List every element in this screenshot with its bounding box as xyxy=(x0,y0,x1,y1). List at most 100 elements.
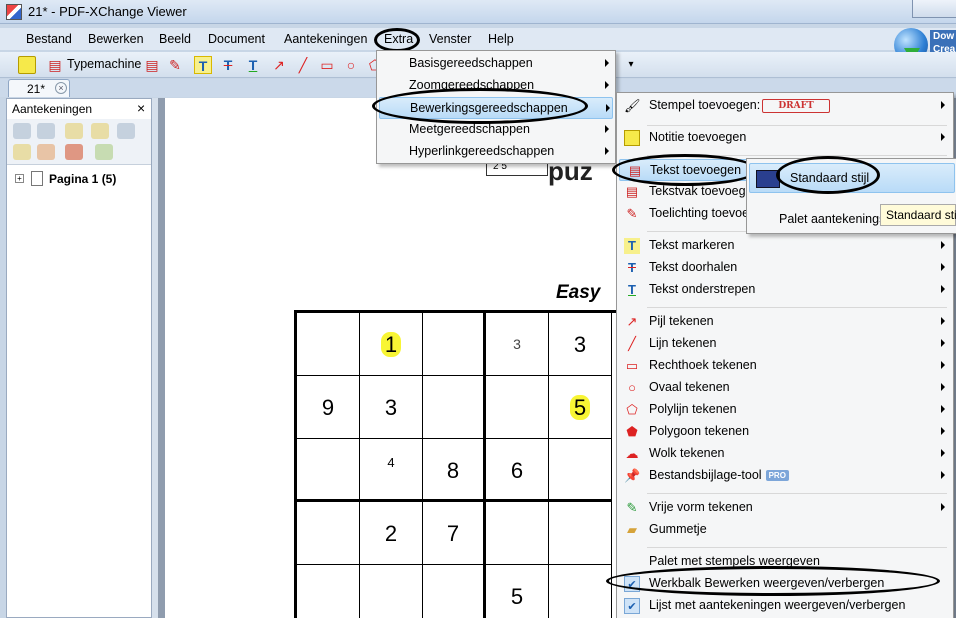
menu-item-eraser[interactable]: ▰ Gummetje xyxy=(617,519,953,541)
menu-beeld[interactable]: Beeld xyxy=(159,32,191,46)
menu-extra[interactable]: Extra xyxy=(384,32,413,46)
menu-item-strike[interactable]: T Tekst doorhalen xyxy=(617,257,953,279)
strikeout-text-icon[interactable]: T xyxy=(219,56,237,74)
textbox-tool-icon[interactable]: ▤ xyxy=(143,56,161,74)
sudoku-cell: 1 xyxy=(360,313,423,376)
oval-tool-icon[interactable]: ○ xyxy=(342,56,360,74)
menu-venster[interactable]: Venster xyxy=(429,32,471,46)
window-close-button[interactable] xyxy=(912,0,956,18)
draft-stamp-preview: DRAFT xyxy=(762,99,830,113)
callout-tool-icon[interactable]: ✎ xyxy=(166,56,184,74)
extra-menu: Basisgereedschappen Zoomgereedschappen B… xyxy=(376,50,616,164)
note-tool-icon[interactable] xyxy=(18,56,36,74)
annotations-panel: Aantekeningen × + Pagina 1 (5) xyxy=(6,98,152,618)
sudoku-cell xyxy=(549,565,612,618)
line-icon: ╱ xyxy=(628,336,636,351)
menu-item-arrow[interactable]: ↗ Pijl tekenen xyxy=(617,311,953,333)
tab-label: 21* xyxy=(27,82,46,96)
sudoku-cell: 3 xyxy=(549,313,612,376)
menu-item-polyline[interactable]: ⬠ Polylijn tekenen xyxy=(617,399,953,421)
sudoku-cell xyxy=(549,502,612,565)
menu-item-cloud[interactable]: ☁ Wolk tekenen xyxy=(617,443,953,465)
menu-item-freehand[interactable]: ✎ Vrije vorm tekenen xyxy=(617,497,953,519)
tree-item-page1[interactable]: Pagina 1 (5) xyxy=(49,172,116,186)
menu-item-stamp-palette[interactable]: Palet met stempels weergeven xyxy=(617,551,953,573)
menu-item-standard-style[interactable]: Standaard stijl xyxy=(749,163,955,193)
toolbar-overflow-icon[interactable]: ▾ xyxy=(622,56,640,74)
text-tool-icon: ▤ xyxy=(628,163,642,178)
checkmark-icon: ✔ xyxy=(624,598,640,614)
menu-help[interactable]: Help xyxy=(488,32,514,46)
pencil-icon: ✎ xyxy=(626,500,638,515)
page-icon xyxy=(31,171,43,186)
menu-item-basisgereedschappen[interactable]: Basisgereedschappen xyxy=(377,53,615,75)
sudoku-cell xyxy=(423,565,486,618)
summary-icon[interactable] xyxy=(65,144,83,160)
typewriter-label[interactable]: Typemachine xyxy=(67,57,141,77)
tab-close-icon[interactable]: × xyxy=(55,82,67,94)
menu-item-note[interactable]: Notitie toevoegen xyxy=(617,127,953,149)
arrow-tool-icon[interactable]: ↗ xyxy=(270,56,288,74)
oval-icon: ○ xyxy=(628,380,636,395)
filter-icon[interactable] xyxy=(95,144,113,160)
menu-item-hyperlinkgereedschappen[interactable]: Hyperlinkgereedschappen xyxy=(377,141,615,163)
rectangle-tool-icon[interactable]: ▭ xyxy=(318,56,336,74)
menu-aantekeningen[interactable]: Aantekeningen xyxy=(284,32,367,46)
menu-item-rect[interactable]: ▭ Rechthoek tekenen xyxy=(617,355,953,377)
menu-item-attach[interactable]: 📌 Bestandsbijlage-tool PRO xyxy=(617,465,953,487)
app-icon xyxy=(6,4,22,20)
menu-item-highlight[interactable]: T Tekst markeren xyxy=(617,235,953,257)
import-icon[interactable] xyxy=(65,123,83,139)
panel-header: Aantekeningen × xyxy=(7,99,151,119)
strikeout-icon: T xyxy=(628,260,636,275)
menu-item-toggle-list[interactable]: ✔ Lijst met aantekeningen weergeven/verb… xyxy=(617,595,953,617)
menu-document[interactable]: Document xyxy=(208,32,265,46)
menu-item-bewerkingsgereedschappen[interactable]: Bewerkingsgereedschappen xyxy=(379,97,613,119)
expand-toggle-icon[interactable]: + xyxy=(15,174,24,183)
menu-bewerken[interactable]: Bewerken xyxy=(88,32,144,46)
sudoku-cell: 5 xyxy=(486,565,549,618)
menu-item-toggle-toolbar[interactable]: ✔ Werkbalk Bewerken weergeven/verbergen xyxy=(617,573,953,595)
sudoku-cell: 3 xyxy=(486,313,549,376)
tab-document-21[interactable]: 21* × xyxy=(8,79,70,97)
sudoku-cell: 9 xyxy=(297,376,360,439)
export-icon[interactable] xyxy=(91,123,109,139)
checkmark-icon: ✔ xyxy=(624,576,640,592)
highlight-icon: T xyxy=(624,238,640,254)
collapse-all-icon[interactable] xyxy=(37,123,55,139)
sudoku-cell: 7 xyxy=(423,502,486,565)
sudoku-cell xyxy=(486,502,549,565)
sudoku-cell xyxy=(549,439,612,502)
underline-text-icon[interactable]: T xyxy=(244,56,262,74)
sudoku-cell: 6 xyxy=(486,439,549,502)
panel-close-icon[interactable]: × xyxy=(137,100,145,116)
refresh-icon[interactable] xyxy=(117,123,135,139)
line-tool-icon[interactable]: ╱ xyxy=(294,56,312,74)
sudoku-cell xyxy=(423,313,486,376)
title-bar: 21* - PDF-XChange Viewer xyxy=(0,0,956,24)
menu-item-stamp[interactable]: 🖌 Stempel toevoegen: DRAFT xyxy=(617,95,953,117)
menu-item-line[interactable]: ╱ Lijn tekenen xyxy=(617,333,953,355)
sudoku-cell xyxy=(423,376,486,439)
style-preview-icon xyxy=(756,170,780,188)
sudoku-cell: 5 xyxy=(549,376,612,439)
typewriter-icon[interactable]: ▤ xyxy=(46,56,64,74)
menu-item-meetgereedschappen[interactable]: Meetgereedschappen xyxy=(377,119,615,141)
highlight-text-icon[interactable]: T xyxy=(194,56,212,74)
menu-bestand[interactable]: Bestand xyxy=(26,32,72,46)
reply-icon[interactable] xyxy=(13,144,31,160)
arrow-icon: ↗ xyxy=(626,314,638,329)
expand-all-icon[interactable] xyxy=(13,123,31,139)
sudoku-cell xyxy=(486,376,549,439)
sudoku-grid: 1 3 3 9 3 5 4 8 6 2 7 5 xyxy=(294,310,624,618)
sudoku-cell xyxy=(297,313,360,376)
menu-item-underline[interactable]: T Tekst onderstrepen xyxy=(617,279,953,301)
menu-item-polygon[interactable]: ⬟ Polygoon tekenen xyxy=(617,421,953,443)
textbox-icon: ▤ xyxy=(625,184,639,199)
delete-icon[interactable] xyxy=(37,144,55,160)
callout-icon: ✎ xyxy=(626,206,638,221)
menu-item-oval[interactable]: ○ Ovaal tekenen xyxy=(617,377,953,399)
menu-item-zoomgereedschappen[interactable]: Zoomgereedschappen xyxy=(377,75,615,97)
tooltip: Standaard stij xyxy=(880,204,956,226)
polygon-icon: ⬟ xyxy=(626,424,638,439)
